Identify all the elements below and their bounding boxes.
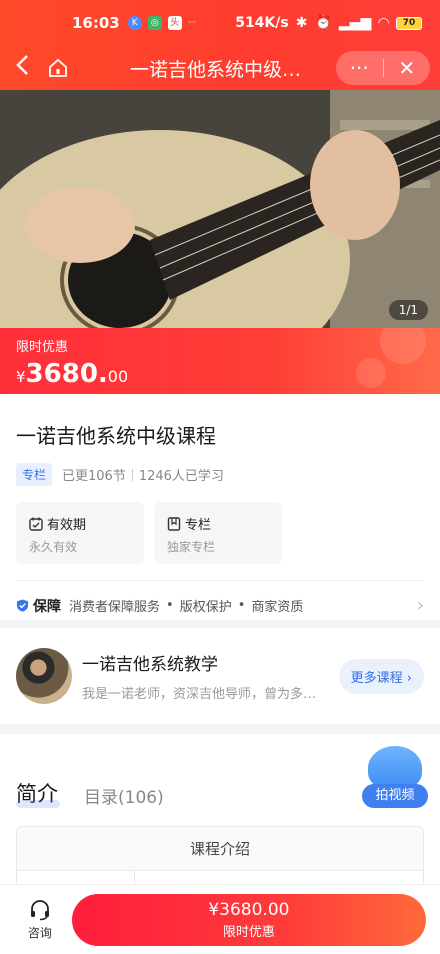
home-button[interactable] bbox=[42, 46, 74, 90]
buy-price: ¥3680.00 bbox=[208, 899, 290, 920]
bookmark-icon bbox=[167, 516, 181, 531]
banner-decoration bbox=[356, 358, 386, 388]
battery-icon: 70 bbox=[396, 16, 422, 30]
teacher-description: 我是一诺老师，资深吉他导师，曾为多… bbox=[82, 687, 317, 702]
guitar-illustration bbox=[0, 90, 440, 328]
tab-catalog[interactable]: 目录(106) bbox=[84, 783, 164, 808]
teacher-card[interactable]: 一诺吉他系统教学 我是一诺老师，资深吉他导师，曾为多… 更多课程 › bbox=[0, 628, 440, 724]
bluetooth-icon: ✱ bbox=[295, 15, 308, 31]
more-courses-button[interactable]: 更多课程 › bbox=[338, 658, 424, 694]
top-header: 16:03 K ◎ 头 ··· 514K/s ✱ ⏰ ▂▄▆ ◠ 70 一诺吉他… bbox=[0, 0, 440, 90]
status-time: 16:03 bbox=[72, 14, 120, 32]
course-title: 一诺吉他系统中级课程 bbox=[16, 424, 216, 448]
shield-check-icon bbox=[16, 599, 29, 612]
chevron-right-icon: › bbox=[406, 670, 412, 686]
more-options-button[interactable]: ··· bbox=[336, 51, 383, 85]
meta-divider bbox=[131, 468, 133, 481]
limited-offer-tag: 限时优惠 bbox=[16, 340, 69, 355]
updated-count: 已更106节 bbox=[62, 469, 126, 484]
headset-icon bbox=[30, 899, 49, 920]
course-info-card: 一诺吉他系统中级课程 专栏 已更106节 1246人已学习 有效期 永久有效 专… bbox=[0, 394, 440, 620]
wifi-icon: ◠ bbox=[378, 15, 389, 31]
status-notification-icons: K ◎ 头 ··· bbox=[127, 16, 197, 30]
column-value: 独家专栏 bbox=[167, 540, 216, 554]
chevron-left-icon bbox=[16, 55, 28, 75]
app-notification-icon: K bbox=[127, 16, 142, 30]
column-card: 专栏 独家专栏 bbox=[154, 502, 282, 564]
buy-label: 限时优惠 bbox=[222, 924, 275, 940]
validity-title: 有效期 bbox=[47, 518, 87, 533]
back-button[interactable] bbox=[2, 53, 42, 83]
teacher-info: 一诺吉他系统教学 我是一诺老师，资深吉他导师，曾为多… bbox=[82, 650, 339, 702]
buy-button[interactable]: ¥3680.00 限时优惠 bbox=[71, 893, 426, 946]
home-icon bbox=[49, 58, 67, 77]
shoot-video-button[interactable]: 拍视频 bbox=[362, 746, 428, 810]
learner-count: 1246人已学习 bbox=[138, 469, 224, 484]
validity-value: 永久有效 bbox=[29, 540, 78, 554]
currency-symbol: ¥ bbox=[16, 368, 26, 386]
alarm-icon: ⏰ bbox=[314, 15, 332, 31]
close-button[interactable]: ✕ bbox=[384, 51, 431, 85]
course-cover-image[interactable]: 1/1 bbox=[0, 90, 440, 328]
separator-dot: • bbox=[166, 598, 174, 613]
network-speed: 514K/s bbox=[235, 15, 289, 31]
separator-dot: • bbox=[237, 598, 246, 613]
teacher-name: 一诺吉他系统教学 bbox=[82, 655, 218, 675]
image-counter: 1/1 bbox=[388, 300, 428, 320]
bottom-action-bar: 咨询 ¥3680.00 限时优惠 bbox=[0, 884, 440, 954]
column-title: 专栏 bbox=[185, 518, 212, 533]
column-badge: 专栏 bbox=[16, 463, 53, 486]
more-notifications-icon: ··· bbox=[187, 18, 197, 28]
guarantee-item: 商家资质 bbox=[251, 600, 304, 615]
app-notification-icon: 头 bbox=[167, 16, 182, 30]
app-notification-icon: ◎ bbox=[147, 16, 162, 30]
status-bar: 16:03 K ◎ 头 ··· 514K/s ✱ ⏰ ▂▄▆ ◠ 70 bbox=[0, 0, 440, 46]
price-cents: 00 bbox=[107, 367, 129, 386]
feature-cards: 有效期 永久有效 专栏 独家专栏 bbox=[16, 502, 424, 564]
guarantee-title: 保障 bbox=[33, 598, 61, 615]
course-meta: 专栏 已更106节 1246人已学习 bbox=[16, 463, 424, 486]
validity-card: 有效期 永久有效 bbox=[16, 502, 144, 564]
tab-intro[interactable]: 简介 bbox=[16, 778, 60, 808]
status-right: 514K/s ✱ ⏰ ▂▄▆ ◠ 70 bbox=[235, 15, 422, 31]
chevron-right-icon: › bbox=[416, 595, 424, 616]
intro-table-header: 课程介绍 bbox=[17, 827, 423, 871]
page-title: 一诺吉他系统中级… bbox=[130, 58, 302, 81]
consult-label: 咨询 bbox=[27, 925, 52, 940]
guarantee-item: 版权保护 bbox=[179, 600, 232, 615]
more-courses-label: 更多课程 bbox=[350, 670, 403, 686]
price-integer: 3680. bbox=[25, 359, 108, 389]
guarantee-item: 消费者保障服务 bbox=[69, 600, 161, 615]
shoot-video-label: 拍视频 bbox=[362, 784, 428, 808]
price-banner: 限时优惠 ¥3680.00 bbox=[0, 328, 440, 394]
nav-bar: 一诺吉他系统中级… ··· ✕ bbox=[0, 46, 440, 90]
teacher-avatar[interactable] bbox=[16, 648, 72, 704]
signal-icon: ▂▄▆ bbox=[338, 15, 372, 31]
guarantee-row[interactable]: 保障 消费者保障服务 • 版权保护 • 商家资质 › bbox=[16, 580, 424, 616]
mini-program-capsule: ··· ✕ bbox=[336, 51, 430, 85]
calendar-icon bbox=[29, 517, 43, 531]
consult-button[interactable]: 咨询 bbox=[22, 899, 58, 941]
